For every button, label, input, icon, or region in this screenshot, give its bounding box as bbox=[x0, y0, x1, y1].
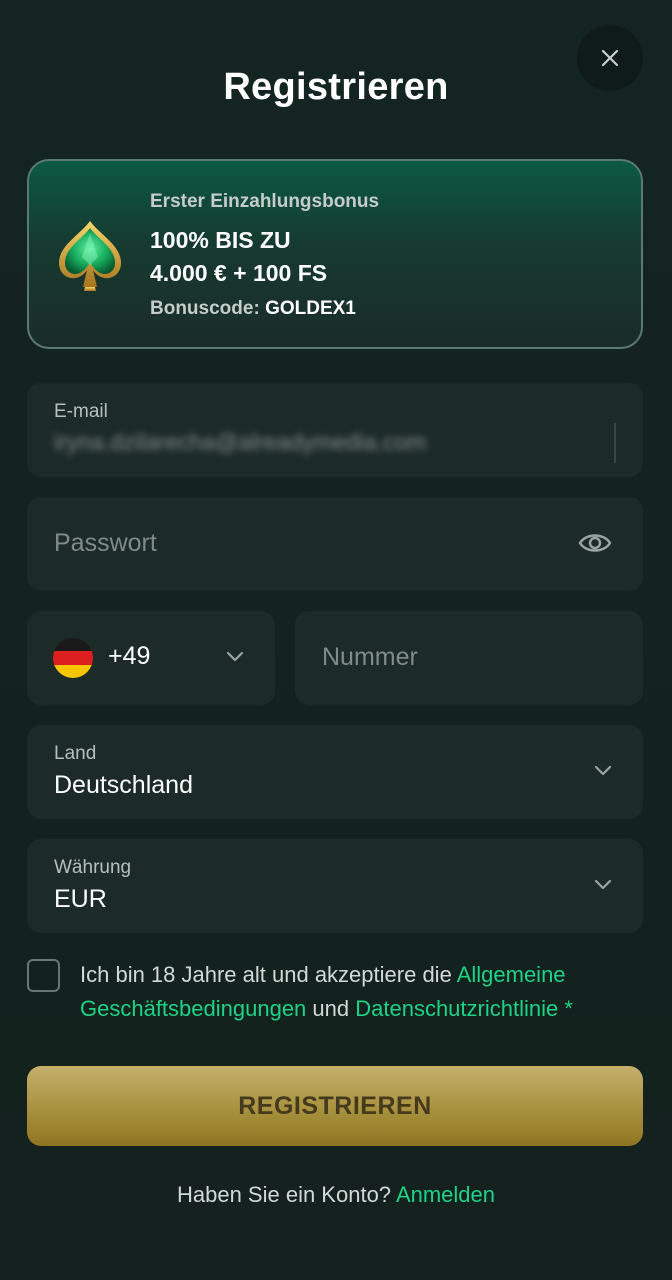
country-label: Land bbox=[54, 743, 97, 764]
login-link[interactable]: Anmelden bbox=[396, 1182, 495, 1207]
bonus-subtitle: Erster Einzahlungsbonus bbox=[150, 191, 380, 212]
bonus-code-value[interactable]: GOLDEX1 bbox=[265, 298, 356, 319]
spade-gem-icon bbox=[59, 221, 121, 291]
login-question: Haben Sie ein Konto? bbox=[176, 1182, 396, 1207]
phone-country-select[interactable]: +49 bbox=[27, 611, 275, 705]
register-button-label: REGISTRIEREN bbox=[238, 1091, 432, 1120]
registration-dialog: Registrieren Erster Einzahlungsbonus 100… bbox=[0, 0, 672, 1280]
terms-text-middle: und bbox=[306, 996, 356, 1021]
germany-flag-icon bbox=[53, 638, 93, 678]
close-icon bbox=[601, 49, 619, 67]
chevron-down-icon bbox=[594, 765, 612, 776]
country-select[interactable]: Land Deutschland bbox=[27, 725, 643, 819]
password-placeholder: Passwort bbox=[54, 529, 157, 557]
terms-checkbox[interactable] bbox=[27, 959, 60, 992]
email-field[interactable]: E-mail iryna.dzilarecha@alreadymedia.com bbox=[27, 383, 643, 477]
required-mark: * bbox=[558, 996, 573, 1021]
register-button[interactable]: REGISTRIEREN bbox=[27, 1066, 643, 1146]
bonus-card: Erster Einzahlungsbonus 100% BIS ZU 4.00… bbox=[27, 159, 643, 349]
terms-text: Ich bin 18 Jahre alt und akzeptiere die … bbox=[80, 958, 640, 1026]
phone-number-placeholder: Nummer bbox=[322, 643, 418, 671]
phone-number-field[interactable]: Nummer bbox=[295, 611, 643, 705]
password-field[interactable]: Passwort bbox=[27, 497, 643, 591]
login-prompt: Haben Sie ein Konto? Anmelden bbox=[0, 1182, 672, 1208]
chevron-down-icon bbox=[226, 651, 244, 662]
bonus-code-label: Bonuscode: bbox=[150, 298, 260, 319]
email-label: E-mail bbox=[54, 401, 108, 422]
privacy-link[interactable]: Datenschutzrichtlinie bbox=[355, 996, 558, 1021]
country-value: Deutschland bbox=[54, 771, 193, 799]
phone-dial-code: +49 bbox=[108, 642, 151, 670]
eye-icon[interactable] bbox=[578, 528, 612, 558]
bonus-amount-line-2: 4.000 € + 100 FS bbox=[150, 260, 328, 286]
bonus-amount-line-1: 100% BIS ZU bbox=[150, 227, 291, 253]
currency-label: Währung bbox=[54, 857, 132, 878]
input-divider bbox=[614, 423, 616, 463]
email-value[interactable]: iryna.dzilarecha@alreadymedia.com bbox=[54, 429, 426, 456]
bonus-code: Bonuscode: GOLDEX1 bbox=[150, 298, 356, 320]
currency-select[interactable]: Währung EUR bbox=[27, 839, 643, 933]
terms-text-before: Ich bin 18 Jahre alt und akzeptiere die bbox=[80, 962, 457, 987]
chevron-down-icon bbox=[594, 879, 612, 890]
currency-value: EUR bbox=[54, 885, 107, 913]
dialog-title: Registrieren bbox=[223, 66, 449, 108]
